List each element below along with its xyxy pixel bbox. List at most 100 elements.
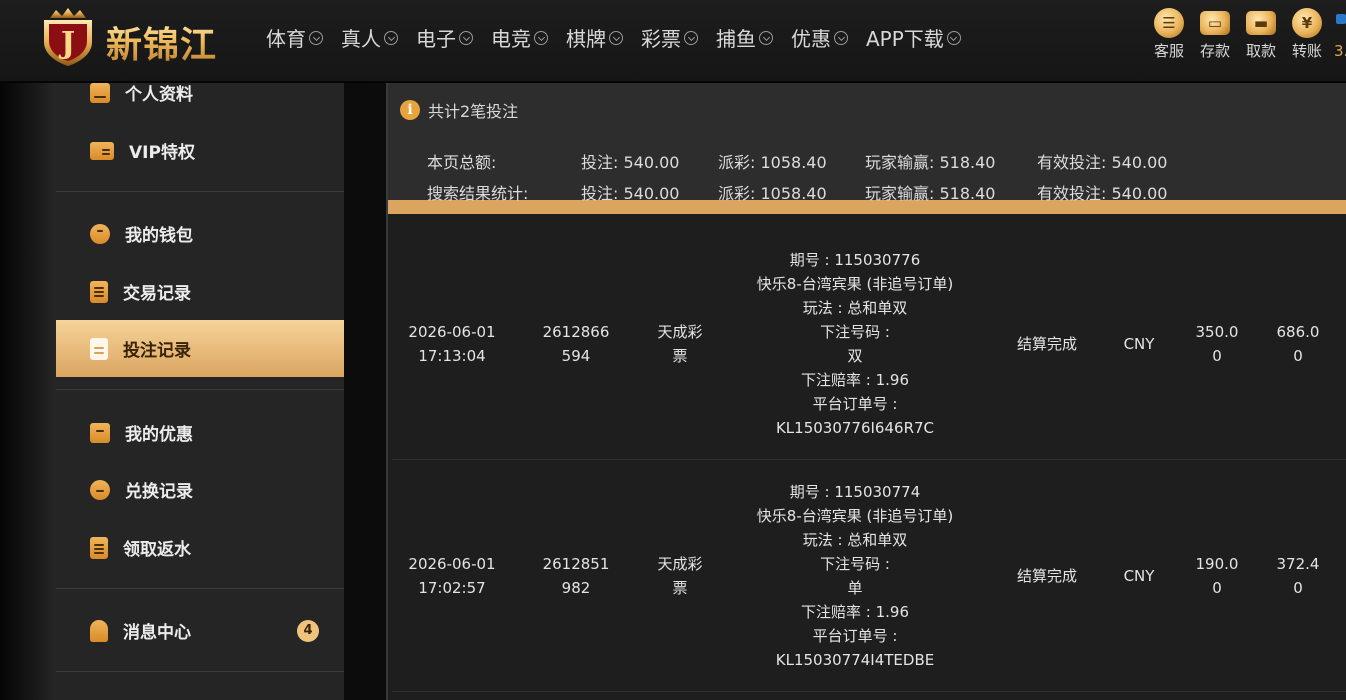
nav-esports[interactable]: 电竞	[491, 20, 548, 54]
table-row: 2026-06-01 17:13:04 2612866 594 天成彩 票 期号…	[392, 228, 1346, 460]
chevron-down-icon	[534, 31, 548, 45]
promotion-bag-icon	[90, 422, 110, 443]
order-id-cell: 2612866 594	[542, 323, 610, 365]
nav-slots[interactable]: 电子	[416, 20, 473, 54]
nav-label: 优惠	[791, 26, 831, 51]
sidebar-item-transactions[interactable]: 交易记录	[56, 263, 344, 320]
nav-live-casino[interactable]: 真人	[341, 20, 398, 54]
summary-bet: 投注: 540.00	[581, 153, 680, 172]
nav-card-games[interactable]: 棋牌	[566, 20, 623, 54]
chevron-down-icon	[834, 31, 848, 45]
status-cell: 结算完成	[1016, 567, 1077, 585]
sidebar-item-profile[interactable]: 个人资料	[56, 83, 344, 121]
nav-label: APP下载	[866, 26, 944, 51]
info-icon: i	[400, 100, 420, 120]
chevron-down-icon	[684, 31, 698, 45]
nav-label: 电竞	[491, 26, 531, 51]
nav-label: 棋牌	[566, 26, 606, 51]
summary-label: 搜索结果统计:	[427, 184, 529, 203]
currency-cell: CNY	[1123, 335, 1155, 353]
nav-label: 捕鱼	[716, 26, 756, 51]
rebate-clipboard-icon	[90, 536, 108, 559]
bet-details-cell: 期号 : 115030776 快乐8-台湾宾果 (非追号订单) 玩法 : 总和单…	[756, 251, 954, 437]
summary-payout: 派彩: 1058.40	[718, 184, 827, 203]
order-id-cell: 2612851 982	[542, 555, 610, 597]
page-total-row: 本页总额: 投注: 540.00 派彩: 1058.40 玩家输赢: 518.4…	[427, 149, 1187, 173]
nav-sports[interactable]: 体育	[266, 20, 323, 54]
sidebar-item-promotions[interactable]: 我的优惠	[56, 404, 344, 461]
sidebar-item-messages[interactable]: 消息中心 4	[56, 602, 344, 659]
sidebar-item-label: 我的优惠	[125, 425, 193, 445]
sidebar-item-label: 投注记录	[123, 341, 191, 361]
piggy-bank-icon	[90, 223, 110, 244]
summary-valid-bet: 有效投注: 540.00	[1037, 153, 1168, 172]
transfer-button[interactable]: ¥ 转账	[1284, 6, 1330, 61]
summary-bet: 投注: 540.00	[581, 184, 680, 203]
tool-label: 转账	[1291, 42, 1322, 60]
payout-cell: 686.0 0	[1276, 323, 1320, 365]
logo-wordmark: 新锦江	[106, 16, 217, 68]
header-overflow-text: 3.	[1334, 42, 1346, 60]
customer-service-button[interactable]: ☰ 客服	[1146, 6, 1192, 61]
table-row: 2026-06-01 17:02:57 2612851 982 天成彩 票 期号…	[392, 460, 1346, 692]
sidebar-item-label: 领取返水	[123, 540, 191, 560]
sidebar-item-label: 个人资料	[125, 85, 193, 105]
sidebar-item-label: 兑换记录	[125, 482, 193, 502]
nav-fishing[interactable]: 捕鱼	[716, 20, 773, 54]
status-cell: 结算完成	[1016, 335, 1077, 353]
header-tools: ☰ 客服 ▭ 存款 ▬ 取款 ¥ 转账	[1146, 6, 1330, 61]
sidebar-item-vip[interactable]: VIP特权	[56, 122, 344, 179]
sidebar-item-rebate[interactable]: 领取返水	[56, 519, 344, 576]
chevron-down-icon	[384, 31, 398, 45]
chevron-down-icon	[759, 31, 773, 45]
tool-label: 取款	[1245, 42, 1276, 60]
sidebar-item-bet-records[interactable]: 投注记录	[56, 320, 344, 377]
nav-app-download[interactable]: APP下载	[866, 20, 961, 54]
sidebar-item-label: 交易记录	[123, 284, 191, 304]
bet-record-icon	[90, 337, 108, 360]
bet-details-cell: 期号 : 115030774 快乐8-台湾宾果 (非追号订单) 玩法 : 总和单…	[756, 483, 954, 669]
bet-amount-cell: 190.0 0	[1195, 555, 1239, 597]
user-avatar-icon[interactable]	[1336, 14, 1346, 24]
transfer-coin-icon: ¥	[1292, 8, 1322, 38]
sidebar-item-exchange[interactable]: 兑换记录	[56, 461, 344, 518]
nav-label: 彩票	[641, 26, 681, 51]
site-logo[interactable]: J 新锦江	[38, 2, 238, 68]
summary-label: 本页总额:	[427, 153, 497, 172]
summary-winloss: 玩家输赢: 518.40	[865, 153, 996, 172]
summary-payout: 派彩: 1058.40	[718, 153, 827, 172]
total-count-line: i 共计2笔投注	[400, 98, 518, 122]
bet-records-table: 2026-06-01 17:13:04 2612866 594 天成彩 票 期号…	[392, 228, 1346, 692]
sidebar-item-label: 消息中心	[123, 623, 191, 643]
bet-records-panel: i 共计2笔投注 本页总额: 投注: 540.00 派彩: 1058.40 玩家…	[386, 83, 1346, 700]
summary-valid-bet: 有效投注: 540.00	[1037, 184, 1168, 203]
unread-count-badge: 4	[297, 619, 319, 642]
chevron-down-icon	[609, 31, 623, 45]
chevron-down-icon	[946, 31, 961, 45]
account-sidebar: 个人资料 VIP特权 我的钱包 交易记录 投注记录 我的优惠 兑换记录 领取返水…	[56, 83, 344, 700]
sidebar-divider	[56, 191, 344, 192]
search-total-row: 搜索结果统计: 投注: 540.00 派彩: 1058.40 玩家输赢: 518…	[427, 180, 1187, 204]
nav-label: 真人	[341, 26, 381, 51]
tool-label: 客服	[1153, 42, 1184, 60]
summary-box: i 共计2笔投注 本页总额: 投注: 540.00 派彩: 1058.40 玩家…	[388, 83, 1346, 214]
nav-lottery[interactable]: 彩票	[641, 20, 698, 54]
nav-label: 电子	[416, 26, 456, 51]
top-header: J 新锦江 体育 真人 电子 电竞 棋牌 彩票 捕鱼 优惠 APP下载 ☰ 客服…	[0, 0, 1346, 83]
nav-promotions[interactable]: 优惠	[791, 20, 848, 54]
provider-cell: 天成彩 票	[657, 555, 703, 597]
exchange-bag-icon	[90, 479, 110, 500]
sidebar-item-label: VIP特权	[129, 143, 195, 163]
sidebar-item-label: 我的钱包	[125, 226, 193, 246]
crown-shield-logo-icon: J	[44, 8, 92, 66]
main-nav: 体育 真人 电子 电竞 棋牌 彩票 捕鱼 优惠 APP下载	[266, 20, 979, 54]
nav-label: 体育	[266, 26, 306, 51]
deposit-button[interactable]: ▭ 存款	[1192, 6, 1238, 61]
withdraw-wallet-icon: ▬	[1246, 11, 1276, 35]
bet-time-cell: 2026-06-01 17:13:04	[408, 323, 496, 365]
sidebar-item-wallet[interactable]: 我的钱包	[56, 205, 344, 262]
deposit-wallet-icon: ▭	[1200, 11, 1230, 35]
withdraw-button[interactable]: ▬ 取款	[1238, 6, 1284, 61]
provider-cell: 天成彩 票	[657, 323, 703, 365]
sidebar-divider	[56, 389, 344, 390]
